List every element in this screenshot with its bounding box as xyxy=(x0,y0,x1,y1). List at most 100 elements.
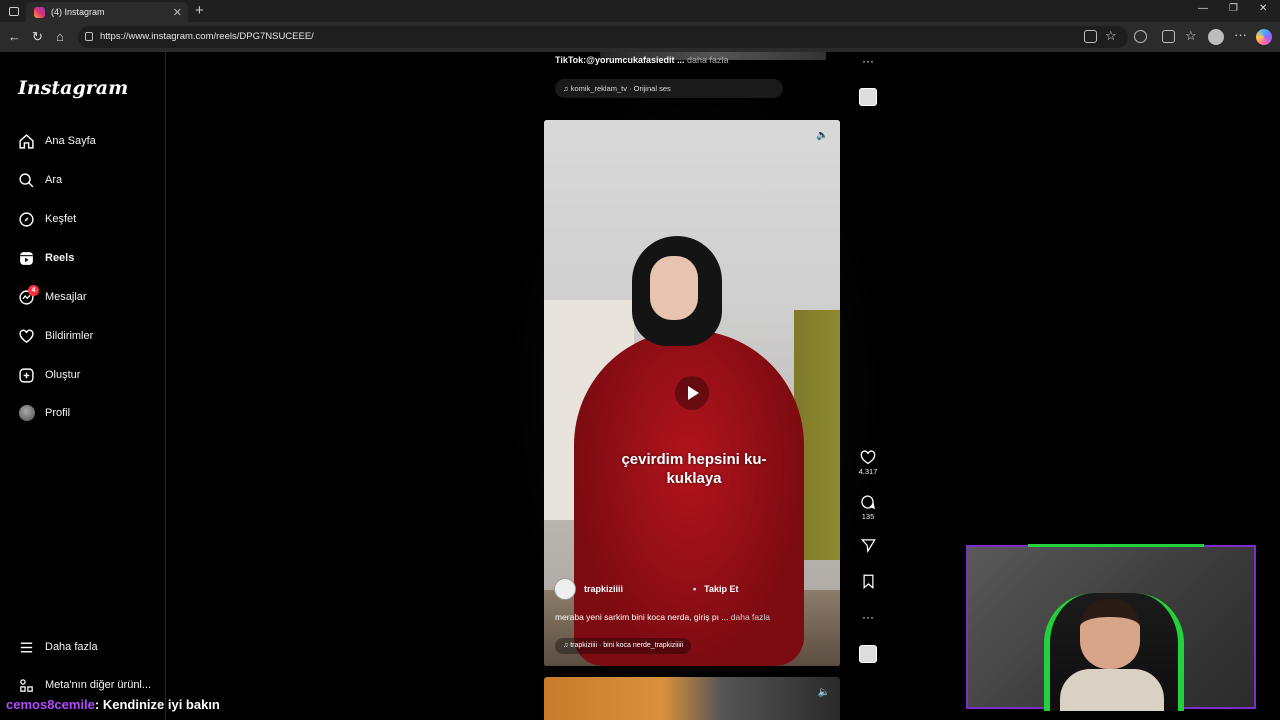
avatar xyxy=(18,405,35,422)
previous-reel-caption-text: TikTok:@yorumcukafasiedit ... xyxy=(555,55,685,65)
sidebar-item-label: Reels xyxy=(45,252,75,264)
app-available-icon[interactable] xyxy=(1084,30,1097,43)
browser-toolbar: ← ↻ ⌂ https://www.instagram.com/reels/DP… xyxy=(0,22,1280,52)
plus-square-icon xyxy=(18,367,35,384)
search-icon xyxy=(18,172,35,189)
instagram-favicon-icon xyxy=(34,6,45,18)
sidebar-item-profile[interactable]: Profil xyxy=(18,402,70,424)
messenger-icon: 4 xyxy=(18,284,39,306)
like-count: 4.317 xyxy=(858,467,878,476)
browser-essentials-icon[interactable] xyxy=(1162,30,1175,43)
video-person-face xyxy=(650,256,698,320)
sidebar-item-reels[interactable]: Reels xyxy=(18,247,74,269)
music-note-icon: ♫ xyxy=(563,84,571,93)
browser-tab[interactable]: (4) Instagram ✕ xyxy=(26,2,188,22)
sidebar-item-label: Meta'nın diğer ürünl... xyxy=(45,679,152,691)
streamer-torso xyxy=(1060,669,1164,711)
play-button[interactable] xyxy=(675,376,709,410)
chat-text: : Kendinize iyi bakın xyxy=(94,697,220,712)
follow-button[interactable]: Takip Et xyxy=(704,584,738,594)
reel-audio-label: trapkiziiii · bini koca nerde_trapkiziii… xyxy=(570,642,684,649)
chat-username: cemos8cemile xyxy=(6,697,95,712)
mute-icon[interactable]: 🔈 xyxy=(816,130,830,144)
heart-icon xyxy=(860,450,876,465)
meta-apps-icon xyxy=(18,677,35,694)
instagram-logo[interactable]: Instagram xyxy=(18,77,128,99)
favorite-star-icon[interactable]: ☆ xyxy=(1105,28,1117,44)
mute-icon[interactable]: 🔈 xyxy=(818,687,830,698)
share-button[interactable] xyxy=(854,538,882,553)
close-window-button[interactable]: ✕ xyxy=(1259,3,1267,14)
previous-reel-audio-thumb[interactable] xyxy=(854,88,882,106)
browser-profile-avatar[interactable] xyxy=(1208,29,1224,45)
stream-chat-message: cemos8cemile: Kendinize iyi bakın xyxy=(6,697,220,712)
reel-caption-text: meraba yeni sarkim bini koca nerda, giri… xyxy=(555,612,729,622)
sidebar-item-label: Daha fazla xyxy=(45,641,98,653)
home-icon xyxy=(18,133,35,150)
extension-icon[interactable] xyxy=(1134,30,1147,43)
reload-button[interactable]: ↻ xyxy=(32,29,43,45)
restore-button[interactable]: ❐ xyxy=(1229,3,1238,14)
address-bar[interactable]: https://www.instagram.com/reels/DPG7NSUC… xyxy=(78,26,1128,48)
home-button[interactable]: ⌂ xyxy=(56,29,64,44)
compass-icon xyxy=(18,211,35,228)
sidebar-item-label: Bildirimler xyxy=(45,330,94,342)
sidebar-item-notifications[interactable]: Bildirimler xyxy=(18,325,93,347)
sidebar-item-create[interactable]: Oluştur xyxy=(18,364,80,386)
video-overlay-text: çevirdim hepsini ku- kuklaya xyxy=(621,451,767,487)
streamer-head xyxy=(1080,599,1140,669)
heart-icon xyxy=(18,328,35,345)
like-button[interactable]: 4.317 xyxy=(854,450,882,476)
hamburger-menu-icon xyxy=(18,639,35,656)
audio-thumbnail xyxy=(859,645,877,663)
sidebar-item-home[interactable]: Ana Sayfa xyxy=(18,130,96,152)
settings-menu-icon[interactable]: ··· xyxy=(1234,27,1247,42)
next-reel-preview[interactable]: 🔈 xyxy=(544,677,840,720)
notification-badge: 4 xyxy=(28,284,39,296)
author-avatar[interactable] xyxy=(554,578,576,600)
webcam-accent-bar xyxy=(1028,544,1204,547)
comment-button[interactable]: 135 xyxy=(854,494,882,521)
sidebar-item-label: Profil xyxy=(45,407,71,419)
sidebar-item-label: Ana Sayfa xyxy=(45,135,96,147)
sidebar-item-messages[interactable]: 4 Mesajlar xyxy=(18,284,87,308)
minimize-button[interactable]: — xyxy=(1198,3,1208,14)
bookmark-icon xyxy=(863,574,873,589)
back-button[interactable]: ← xyxy=(8,29,21,44)
new-tab-button[interactable]: + xyxy=(195,2,204,19)
sidebar-item-more[interactable]: Daha fazla xyxy=(18,636,98,658)
sidebar-item-meta-products[interactable]: Meta'nın diğer ürünl... xyxy=(18,674,151,696)
reels-icon xyxy=(18,250,35,267)
sidebar: Instagram Ana Sayfa Ara Keşfet Reels 4 M… xyxy=(0,52,166,720)
more-options-icon: ··· xyxy=(862,610,874,624)
browser-tabbar: (4) Instagram ✕ + — ❐ ✕ xyxy=(0,0,1280,22)
reel-audio[interactable]: ♫ trapkiziiii · bini koca nerde_trapkizi… xyxy=(555,638,692,654)
author-username[interactable]: trapkiziiii xyxy=(584,584,623,594)
comment-count: 135 xyxy=(861,512,875,521)
url-text: https://www.instagram.com/reels/DPG7NSUC… xyxy=(100,31,314,42)
tab-title: (4) Instagram xyxy=(51,7,105,17)
previous-reel-more-options[interactable]: ··· xyxy=(854,54,882,68)
tab-close-icon[interactable]: ✕ xyxy=(173,6,182,19)
sidebar-item-label: Ara xyxy=(45,174,63,186)
previous-reel-audio-label: komik_reklam_tv · Orijinal ses xyxy=(570,84,671,93)
sidebar-item-label: Mesajlar xyxy=(45,291,87,303)
previous-reel-audio[interactable]: ♫ komik_reklam_tv · Orijinal ses xyxy=(555,79,783,98)
reel-caption-more-link[interactable]: daha fazla xyxy=(731,612,770,622)
window-menu-icon[interactable] xyxy=(9,6,19,16)
reel-caption: meraba yeni sarkim bini koca nerda, giri… xyxy=(555,612,770,622)
more-options-icon: ··· xyxy=(862,54,874,68)
audio-thumbnail-button[interactable] xyxy=(854,645,882,663)
play-icon xyxy=(688,386,699,400)
more-options-button[interactable]: ··· xyxy=(854,610,882,624)
reel-video[interactable]: 🔈 çevirdim hepsini ku- kuklaya trapkizii… xyxy=(544,120,840,666)
previous-reel-caption: TikTok:@yorumcukafasiedit ... daha fazla xyxy=(555,55,729,65)
sidebar-item-search[interactable]: Ara xyxy=(18,169,62,191)
copilot-icon[interactable] xyxy=(1256,29,1272,45)
reel-author-row: trapkiziiii • Takip Et xyxy=(554,578,739,600)
sidebar-item-explore[interactable]: Keşfet xyxy=(18,208,76,230)
lock-icon xyxy=(85,32,93,41)
save-button[interactable] xyxy=(854,574,882,589)
previous-reel-more-link[interactable]: daha fazla xyxy=(687,55,729,65)
favorites-icon[interactable]: ☆ xyxy=(1185,28,1197,44)
